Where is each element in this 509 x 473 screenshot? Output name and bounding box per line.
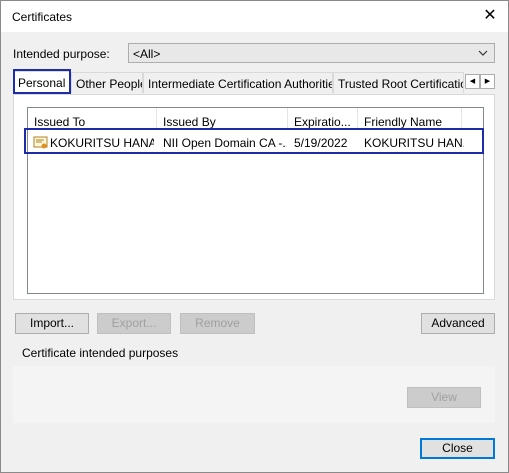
tab-trusted-root[interactable]: Trusted Root Certification: [333, 72, 464, 93]
tab-intermediate-ca[interactable]: Intermediate Certification Authorities: [143, 72, 333, 93]
chevron-down-icon: [478, 50, 488, 56]
highlight-certificate-row: [24, 128, 484, 154]
certificate-intended-purposes-label: Certificate intended purposes: [22, 346, 179, 360]
tab-label: Intermediate Certification Authorities: [148, 77, 333, 91]
tab-scroll-left-icon[interactable]: ◀: [465, 74, 480, 89]
intended-purpose-value: <All>: [133, 47, 161, 61]
close-button[interactable]: Close: [420, 438, 495, 459]
column-header-issued-by[interactable]: Issued By: [157, 108, 288, 130]
advanced-button[interactable]: Advanced: [421, 313, 495, 334]
remove-button[interactable]: Remove: [180, 313, 255, 334]
tab-label: Trusted Root Certification: [338, 77, 464, 91]
highlight-personal-tab: [13, 69, 71, 94]
intended-purpose-label: Intended purpose:: [13, 47, 110, 61]
view-button[interactable]: View: [407, 387, 481, 408]
column-header-expiration[interactable]: Expiratio...: [288, 108, 358, 130]
intended-purpose-select[interactable]: <All>: [128, 43, 495, 63]
close-icon[interactable]: ✕: [480, 6, 500, 26]
import-button[interactable]: Import...: [15, 313, 89, 334]
export-button[interactable]: Export...: [97, 313, 171, 334]
dialog-title: Certificates: [12, 10, 73, 24]
title-bar[interactable]: Certificates ✕: [1, 1, 508, 32]
tab-label: Other People: [76, 77, 143, 91]
column-header-friendly-name[interactable]: Friendly Name: [358, 108, 462, 130]
tab-strip: Personal Other People Intermediate Certi…: [13, 71, 495, 94]
tab-other-people[interactable]: Other People: [71, 72, 143, 93]
column-header-issued-to[interactable]: Issued To: [28, 108, 157, 130]
tab-scroll-right-icon[interactable]: ▶: [480, 74, 495, 89]
